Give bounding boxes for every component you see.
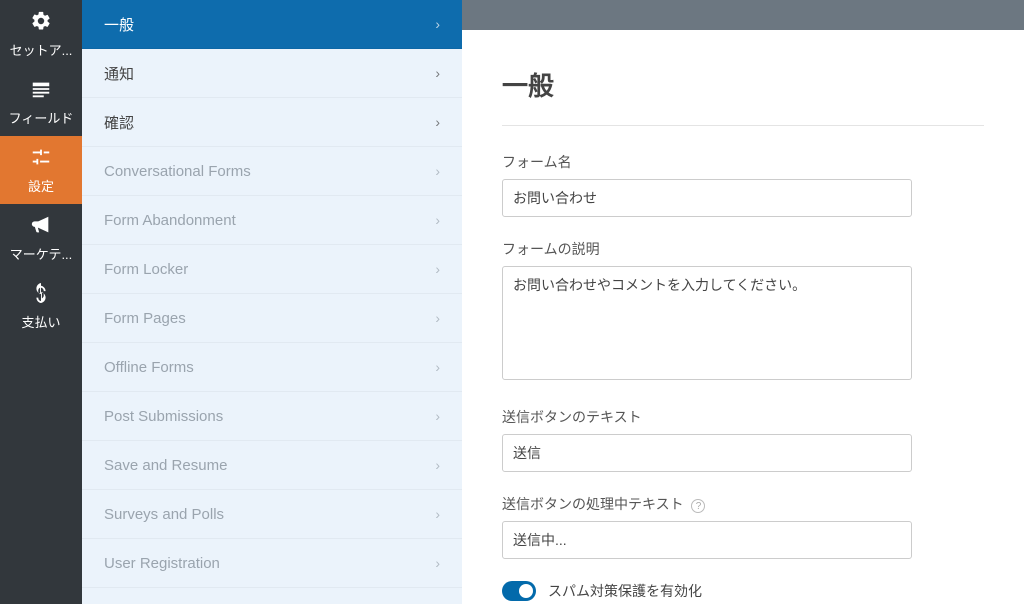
subpanel-label: 通知 — [104, 63, 134, 84]
field-form-name: フォーム名 — [502, 152, 984, 217]
subpanel-label: Form Locker — [104, 261, 188, 278]
subpanel-item-abandonment[interactable]: Form Abandonment › — [82, 196, 462, 245]
rail-item-setup[interactable]: セットア... — [0, 0, 82, 68]
subpanel-item-conversational[interactable]: Conversational Forms › — [82, 147, 462, 196]
submit-progress-input[interactable] — [502, 521, 912, 559]
content: 一般 フォーム名 フォームの説明 お問い合わせやコメントを入力してください。 送… — [462, 30, 1024, 604]
rail-label: マーケテ... — [10, 244, 73, 263]
submit-text-input[interactable] — [502, 434, 912, 472]
subpanel-item-general[interactable]: 一般 › — [82, 0, 462, 49]
toggle-spam[interactable] — [502, 581, 536, 601]
rail-label: フィールド — [9, 108, 74, 127]
subpanel-item-offline[interactable]: Offline Forms › — [82, 343, 462, 392]
field-submit-text: 送信ボタンのテキスト — [502, 407, 984, 472]
submit-text-label: 送信ボタンのテキスト — [502, 407, 984, 427]
chevron-right-icon: › — [435, 457, 440, 473]
chevron-right-icon: › — [435, 212, 440, 228]
form-icon — [30, 78, 52, 103]
form-name-label: フォーム名 — [502, 152, 984, 172]
rail-item-fields[interactable]: フィールド — [0, 68, 82, 136]
rail-label: セットア... — [10, 40, 73, 59]
submit-progress-label: 送信ボタンの処理中テキスト ? — [502, 494, 984, 514]
chevron-right-icon: › — [435, 506, 440, 522]
subpanel-label: Save and Resume — [104, 457, 227, 474]
chevron-right-icon: › — [435, 65, 440, 81]
rail-label: 設定 — [28, 176, 54, 195]
chevron-right-icon: › — [435, 261, 440, 277]
app-root: セットア... フィールド 設定 マーケテ... 支払い — [0, 0, 1024, 604]
subpanel-item-post[interactable]: Post Submissions › — [82, 392, 462, 441]
submit-progress-label-text: 送信ボタンの処理中テキスト — [502, 496, 684, 512]
subpanel-item-surveys[interactable]: Surveys and Polls › — [82, 490, 462, 539]
subpanel-label: Surveys and Polls — [104, 506, 224, 523]
content-wrap: 一般 フォーム名 フォームの説明 お問い合わせやコメントを入力してください。 送… — [462, 0, 1024, 604]
bullhorn-icon — [30, 214, 52, 239]
subpanel-item-save-resume[interactable]: Save and Resume › — [82, 441, 462, 490]
subpanel-item-pages[interactable]: Form Pages › — [82, 294, 462, 343]
chevron-right-icon: › — [435, 310, 440, 326]
form-desc-input[interactable]: お問い合わせやコメントを入力してください。 — [502, 266, 912, 380]
settings-subpanel: 一般 › 通知 › 確認 › Conversational Forms › Fo… — [82, 0, 462, 604]
gear-icon — [30, 10, 52, 35]
dollar-icon — [30, 282, 52, 307]
rail: セットア... フィールド 設定 マーケテ... 支払い — [0, 0, 82, 604]
chevron-right-icon: › — [435, 114, 440, 130]
page-title: 一般 — [502, 66, 984, 126]
chevron-right-icon: › — [435, 16, 440, 32]
subpanel-item-locker[interactable]: Form Locker › — [82, 245, 462, 294]
toggle-spam-label: スパム対策保護を有効化 — [548, 581, 702, 601]
chevron-right-icon: › — [435, 555, 440, 571]
subpanel-label: 一般 — [104, 14, 134, 35]
form-name-input[interactable] — [502, 179, 912, 217]
field-submit-progress: 送信ボタンの処理中テキスト ? — [502, 494, 984, 559]
rail-item-marketing[interactable]: マーケテ... — [0, 204, 82, 272]
chevron-right-icon: › — [435, 359, 440, 375]
subpanel-item-notifications[interactable]: 通知 › — [82, 49, 462, 98]
subpanel-item-confirmations[interactable]: 確認 › — [82, 98, 462, 147]
chevron-right-icon: › — [435, 408, 440, 424]
field-form-desc: フォームの説明 お問い合わせやコメントを入力してください。 — [502, 239, 984, 385]
sliders-icon — [30, 146, 52, 171]
form-desc-label: フォームの説明 — [502, 239, 984, 259]
subpanel-label: Offline Forms — [104, 359, 194, 376]
chevron-right-icon: › — [435, 163, 440, 179]
subpanel-label: Form Abandonment — [104, 212, 236, 229]
subpanel-label: User Registration — [104, 555, 220, 572]
subpanel-item-user-reg[interactable]: User Registration › — [82, 539, 462, 588]
subpanel-label: Form Pages — [104, 310, 186, 327]
toggle-spam-row: スパム対策保護を有効化 — [502, 581, 984, 601]
help-icon[interactable]: ? — [691, 499, 705, 513]
rail-item-settings[interactable]: 設定 — [0, 136, 82, 204]
rail-item-payments[interactable]: 支払い — [0, 272, 82, 340]
subpanel-label: Conversational Forms — [104, 163, 251, 180]
subpanel-label: 確認 — [104, 112, 134, 133]
subpanel-label: Post Submissions — [104, 408, 223, 425]
rail-label: 支払い — [21, 312, 60, 331]
